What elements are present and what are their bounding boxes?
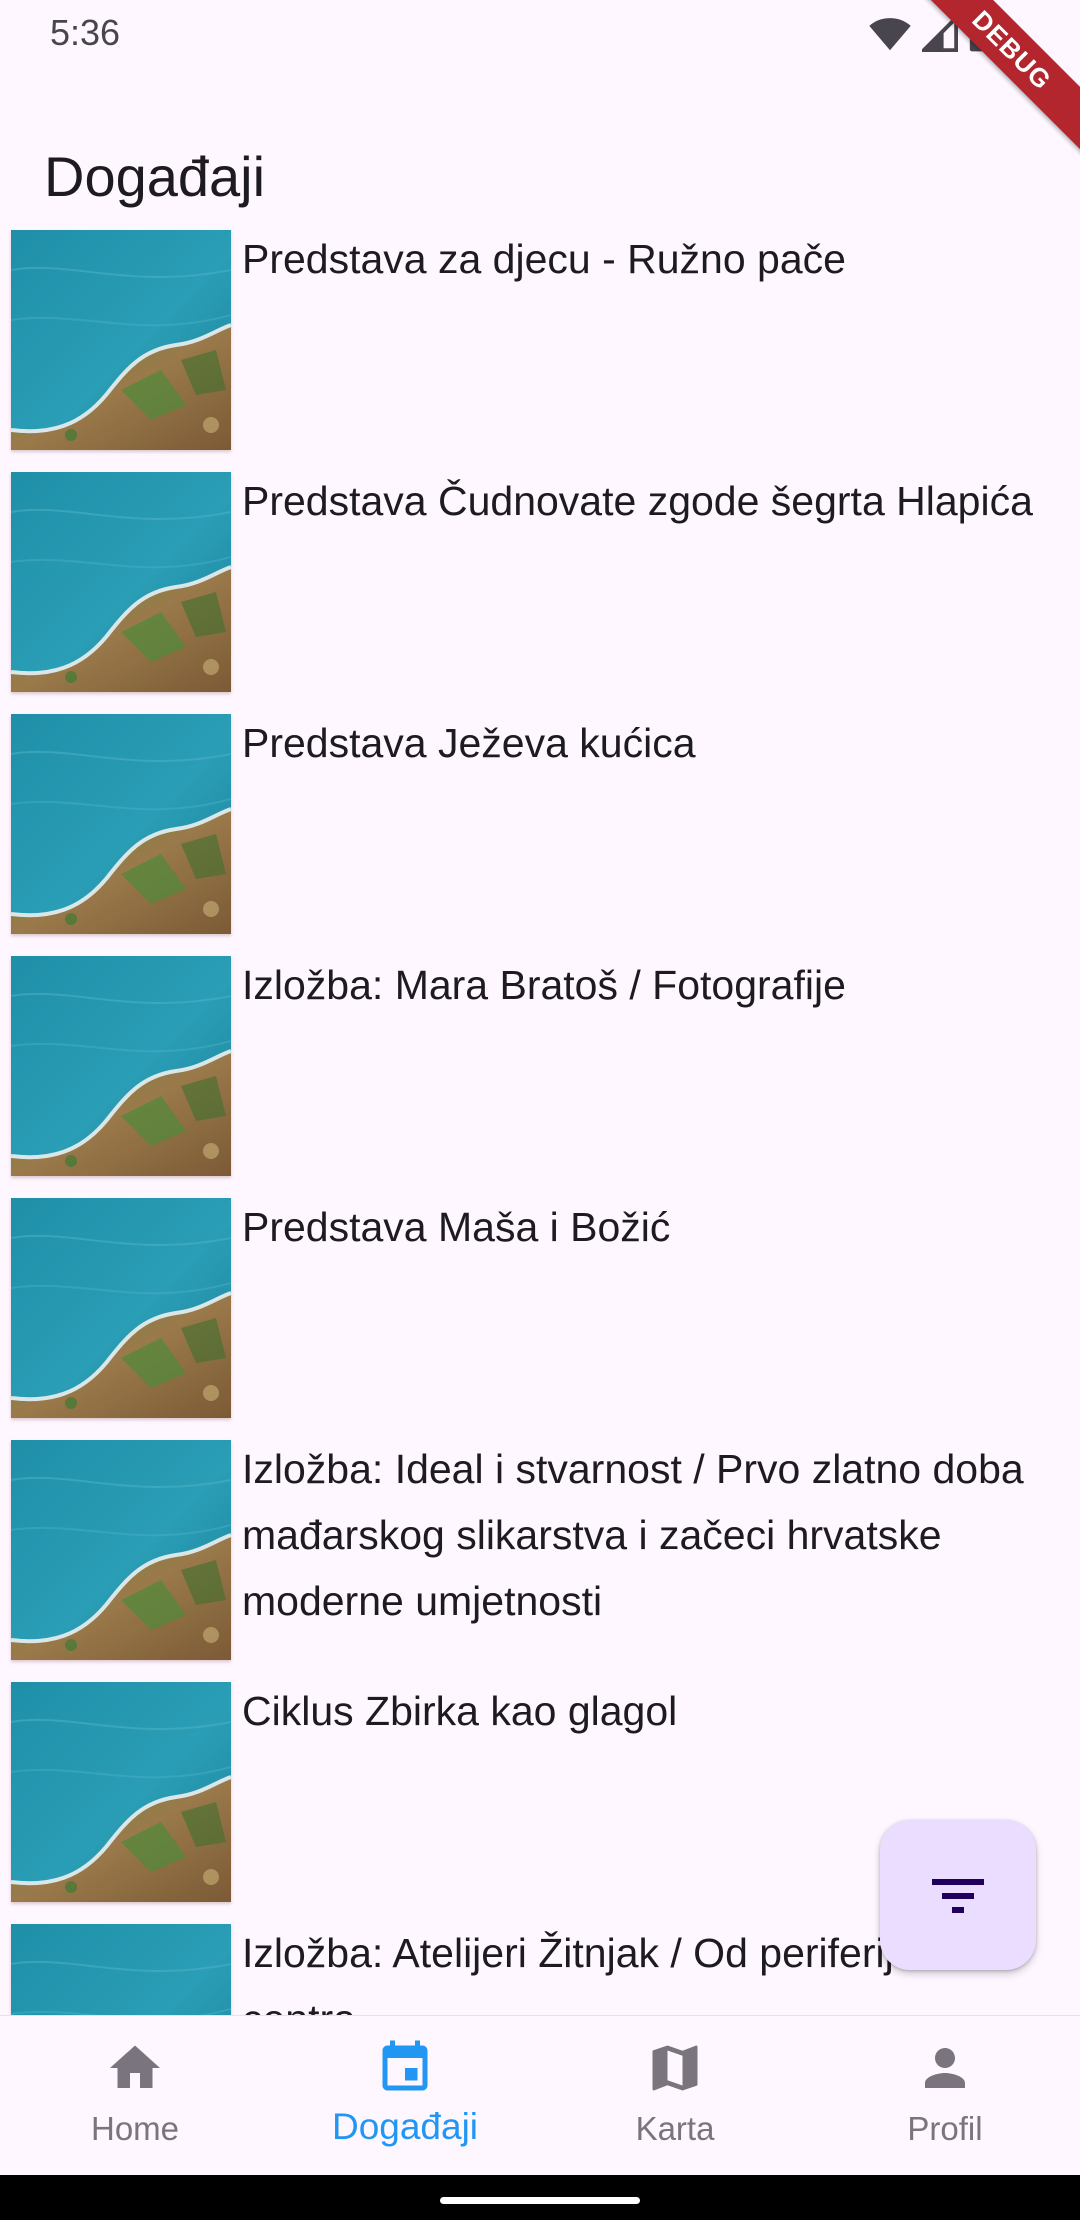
event-thumbnail	[11, 1198, 231, 1418]
system-gesture-bar	[0, 2175, 1080, 2220]
nav-label: Profil	[907, 2110, 983, 2147]
event-title: Izložba: Mara Bratoš / Fotografije	[242, 962, 846, 1008]
home-gesture-handle[interactable]	[440, 2197, 640, 2204]
nav-item-events[interactable]: Događaji	[270, 2016, 540, 2176]
nav-label: Događaji	[331, 2106, 479, 2147]
nav-label: Home	[90, 2110, 180, 2147]
home-icon	[110, 2045, 160, 2088]
event-thumbnail	[11, 714, 231, 934]
event-list-item[interactable]: Predstava za djecu - Ružno pače	[0, 220, 1080, 462]
status-time: 5:36	[50, 12, 121, 53]
filter-button[interactable]	[880, 1820, 1036, 1970]
nav-item-home[interactable]: Home	[0, 2016, 270, 2176]
event-list-item[interactable]: Izložba: Mara Bratoš / Fotografije	[0, 946, 1080, 1188]
event-title: Predstava za djecu - Ružno pače	[242, 236, 846, 282]
nav-item-map[interactable]: Karta	[540, 2016, 810, 2176]
event-list-item[interactable]: Predstava Ježeva kućica	[0, 704, 1080, 946]
event-thumbnail	[11, 956, 231, 1176]
event-title: Predstava Čudnovate zgode šegrta Hlapića	[242, 478, 1033, 524]
calendar-icon	[382, 2040, 428, 2091]
event-title: Predstava Maša i Božić	[242, 1204, 671, 1250]
nav-item-profile[interactable]: Profil	[810, 2016, 1080, 2176]
event-title: Predstava Ježeva kućica	[242, 720, 696, 766]
events-list: Predstava za djecu - Ružno pače Predstav…	[0, 220, 1080, 2015]
event-thumbnail	[11, 1440, 231, 1660]
status-bar: 5:36	[0, 0, 1080, 66]
app-bar: Događaji	[0, 66, 1080, 220]
event-title: Ciklus Zbirka kao glagol	[242, 1688, 678, 1734]
event-list-item[interactable]: Predstava Maša i Božić	[0, 1188, 1080, 1430]
nav-label: Karta	[635, 2110, 715, 2147]
event-thumbnail	[11, 472, 231, 692]
wifi-icon	[869, 18, 911, 51]
event-list-item[interactable]: Izložba: Ideal i stvarnost / Prvo zlatno…	[0, 1430, 1080, 1672]
filter-icon	[932, 1879, 984, 1913]
event-title: Izložba: Ideal i stvarnost / Prvo zlatno…	[242, 1446, 1024, 1624]
bottom-navigation: Home Događaji Karta Profil	[0, 2015, 1080, 2176]
map-icon	[652, 2045, 698, 2091]
person-icon	[925, 2048, 965, 2088]
event-thumbnail	[11, 1924, 231, 2015]
event-list-item[interactable]: Predstava Čudnovate zgode šegrta Hlapića	[0, 462, 1080, 704]
event-thumbnail	[11, 1682, 231, 1902]
event-thumbnail	[11, 230, 231, 450]
page-title: Događaji	[44, 144, 266, 208]
